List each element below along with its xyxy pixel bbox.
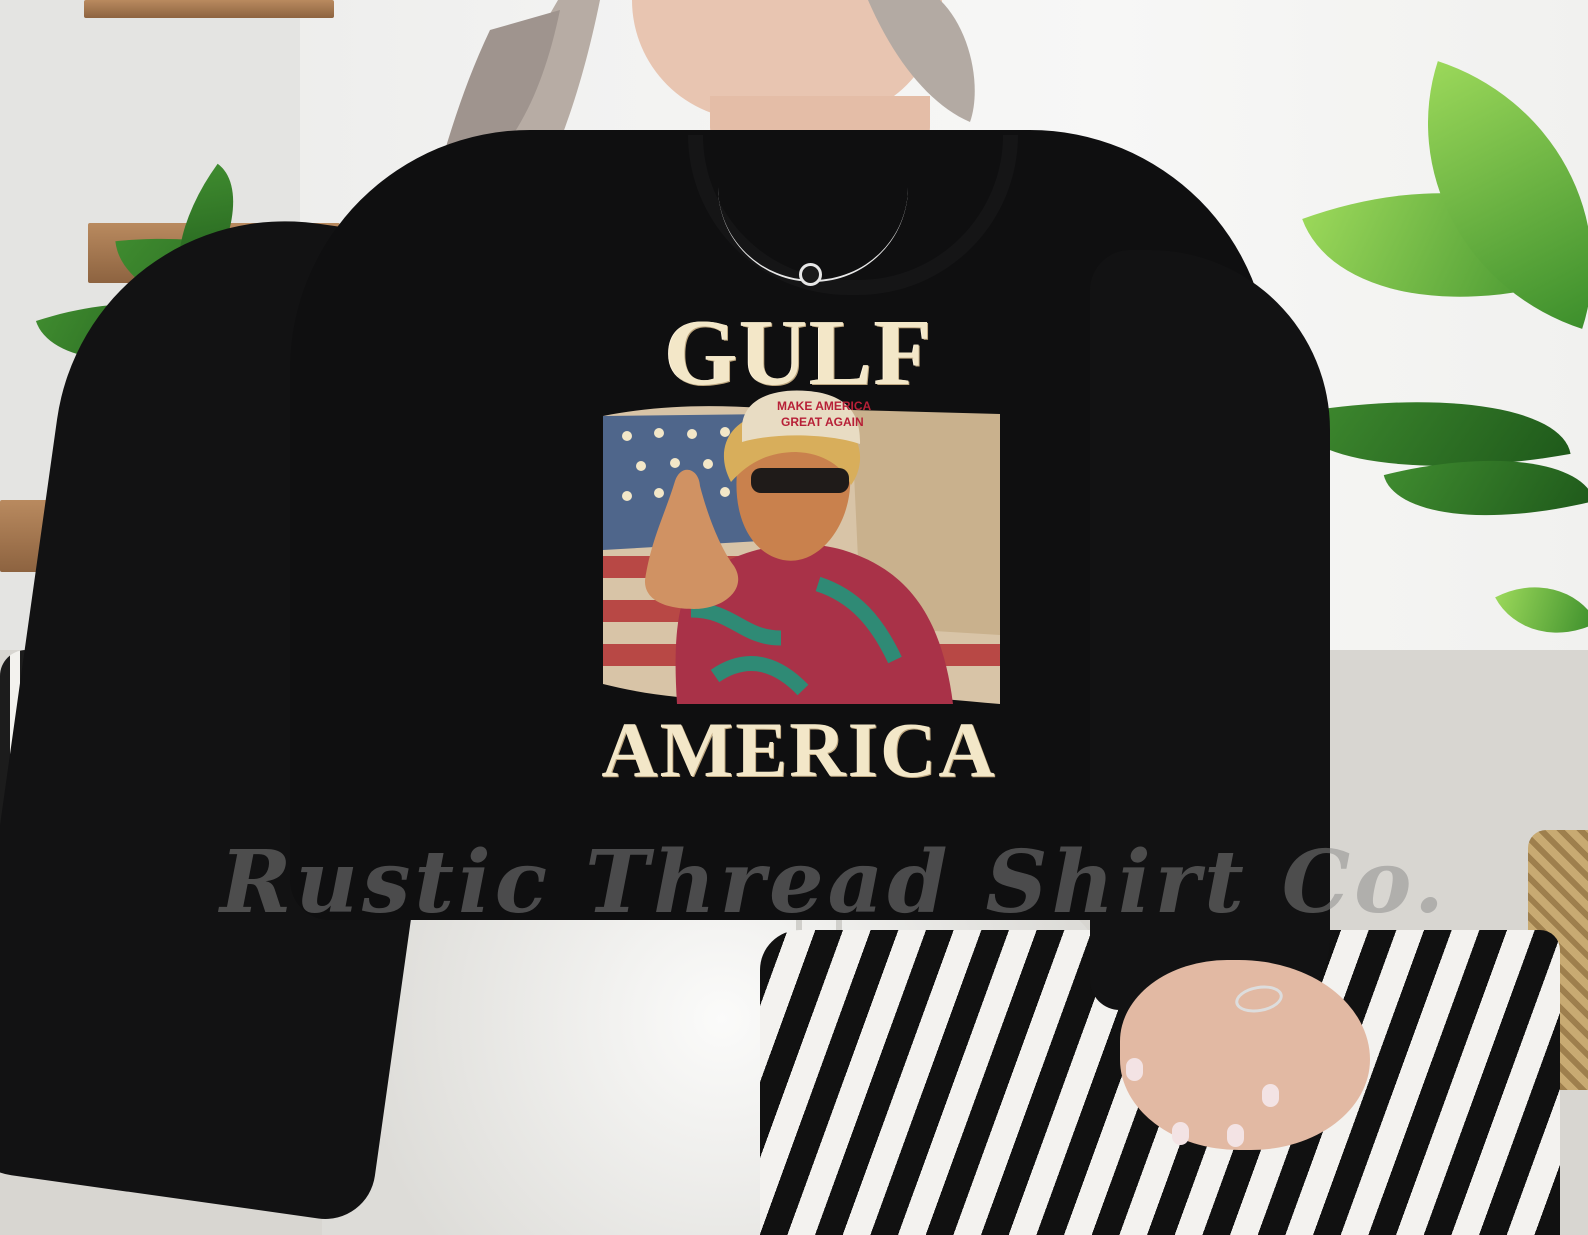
product-photo-scene: GULF OF MAKE AMERICA GREAT AGAIN AMERICA… <box>0 0 1588 1235</box>
sun-pendant <box>799 263 822 286</box>
fingernail <box>1262 1084 1279 1107</box>
fingernail <box>1126 1058 1143 1081</box>
cap-text-line2: GREAT AGAIN <box>781 415 864 429</box>
sunglasses-icon <box>751 468 849 493</box>
fingernail <box>1227 1124 1244 1147</box>
flag-and-portrait-artwork: MAKE AMERICA GREAT AGAIN <box>603 390 1000 704</box>
upper-wooden-shelf <box>84 0 334 18</box>
cap-text-line1: MAKE AMERICA <box>777 399 872 413</box>
watermark: Rustic Thread Shirt Co. <box>220 832 1448 933</box>
print-subtitle: AMERICA <box>601 706 997 793</box>
fingernail <box>1172 1122 1189 1145</box>
